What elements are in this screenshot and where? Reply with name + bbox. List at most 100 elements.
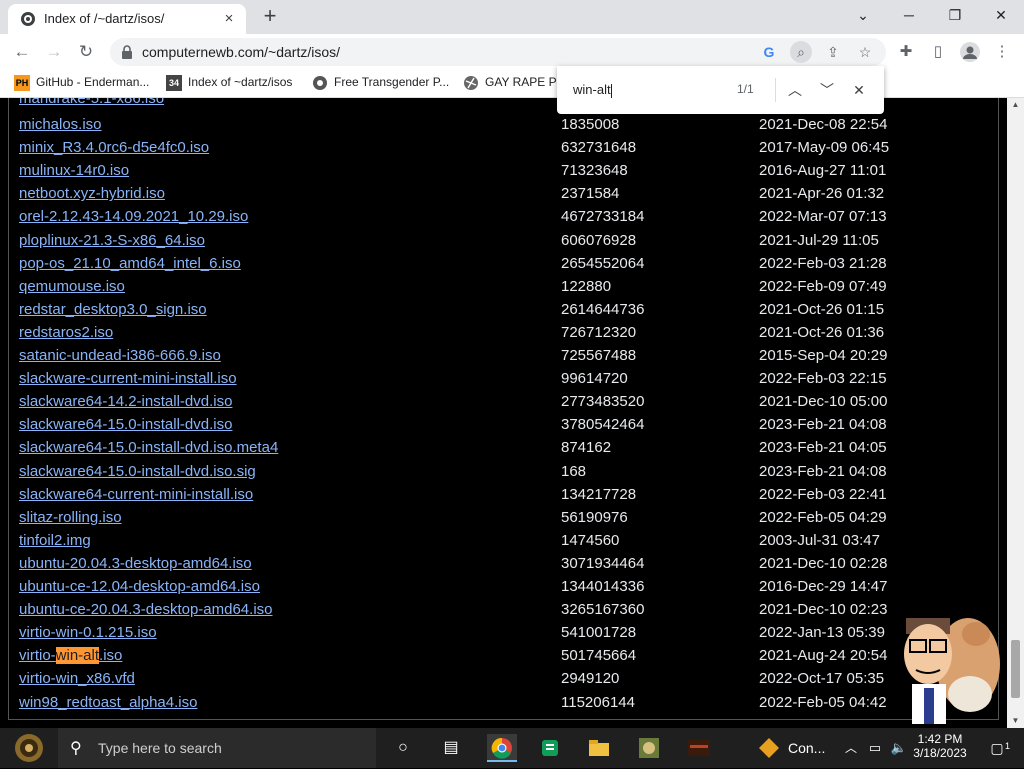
file-link[interactable]: netboot.xyz-hybrid.iso: [19, 185, 165, 202]
file-link[interactable]: mandrake-5.1-x86.iso: [19, 98, 164, 107]
file-link[interactable]: michalos.iso: [19, 116, 102, 133]
file-link[interactable]: slackware64-15.0-install-dvd.iso.meta4: [19, 439, 278, 456]
find-next-chevron-down-icon[interactable]: ﹀: [815, 78, 839, 102]
tab-search-button[interactable]: ⌄: [840, 0, 886, 30]
table-row: ploplinux-21.3-S-x86_64.iso 606076928 2021…: [0, 232, 1000, 255]
tab-close-icon[interactable]: ×: [220, 10, 238, 28]
file-link[interactable]: ploplinux-21.3-S-x86_64.iso: [19, 232, 205, 249]
scroll-thumb[interactable]: [1011, 640, 1020, 698]
grid-logo-icon: 34: [166, 75, 182, 91]
find-close-icon[interactable]: ✕: [847, 78, 871, 102]
google-icon[interactable]: G: [758, 41, 780, 63]
url-text[interactable]: computernewb.com/~dartz/isos/: [142, 44, 340, 60]
file-link[interactable]: virtio-win_x86.vfd: [19, 670, 135, 687]
file-size: 122880: [561, 277, 612, 295]
scroll-down-arrow-icon[interactable]: ▼: [1007, 714, 1024, 728]
file-explorer-icon[interactable]: [584, 734, 614, 762]
file-link[interactable]: slackware64-current-mini-install.iso: [19, 486, 253, 503]
profile-avatar-icon[interactable]: [957, 39, 983, 65]
taskbar-app-item[interactable]: Con...: [752, 734, 832, 762]
tab-active[interactable]: Index of /~dartz/isos/ ×: [8, 4, 246, 34]
start-button-icon[interactable]: [12, 732, 46, 764]
globe-icon: [463, 75, 479, 91]
file-date: 2022-Feb-03 22:15: [759, 370, 887, 388]
table-row: mulinux-14r0.iso 71323648 2016-Aug-27 11:0…: [0, 162, 1000, 185]
table-row: orel-2.12.43-14.09.2021_10.29.iso 4672733…: [0, 208, 1000, 231]
file-link[interactable]: satanic-undead-i386-666.9.iso: [19, 347, 221, 364]
restore-button[interactable]: ❐: [932, 0, 978, 30]
file-size: 1344014336: [561, 578, 645, 595]
new-tab-button[interactable]: +: [258, 5, 282, 28]
table-row: slackware64-15.0-install-dvd.iso.sig 168 2…: [0, 463, 1000, 486]
file-link[interactable]: qemumouse.iso: [19, 278, 125, 295]
menu-kebab-icon[interactable]: ⋮: [989, 39, 1015, 65]
file-size: 3265167360: [561, 601, 645, 619]
file-link[interactable]: redstar_desktop3.0_sign.iso: [19, 301, 207, 318]
file-link[interactable]: slackware-current-mini-install.iso: [19, 370, 237, 387]
chrome-icon[interactable]: [487, 734, 517, 762]
file-date: 2022-Oct-17 05:35: [759, 670, 885, 688]
bookmark-item[interactable]: GAY RAPE PO: [463, 75, 566, 91]
table-row: slackware-current-mini-install.iso 996147…: [0, 370, 1000, 393]
lock-icon[interactable]: [120, 44, 134, 60]
file-size: 71323648: [561, 162, 628, 180]
share-icon[interactable]: ⇪: [822, 41, 844, 63]
file-size: 56190976: [561, 508, 628, 526]
side-panel-icon[interactable]: ▯: [925, 39, 951, 65]
file-size: 2773483520: [561, 393, 645, 411]
file-link[interactable]: minix_R3.4.0rc6-d5e4fc0.iso: [19, 139, 209, 156]
table-row: slackware64-15.0-install-dvd.iso 37805424…: [0, 416, 1000, 439]
bookmark-item[interactable]: Free Transgender P...: [312, 75, 449, 91]
find-previous-chevron-up-icon[interactable]: ︿: [783, 78, 807, 102]
file-date: 2021-Oct-26 01:15: [759, 300, 885, 318]
game-app-icon[interactable]: [634, 734, 664, 762]
taskbar-search[interactable]: ⚲ Type here to search: [58, 728, 376, 768]
extensions-puzzle-icon[interactable]: ✚: [893, 39, 919, 65]
file-date: 2017-May-09 06:45: [759, 139, 890, 157]
file-link-prefix: virtio-: [19, 647, 56, 665]
file-link[interactable]: tinfoil2.img: [19, 532, 91, 549]
task-view-icon[interactable]: ▤: [436, 734, 466, 762]
file-link[interactable]: pop-os_21.10_amd64_intel_6.iso: [19, 255, 241, 272]
file-date: 2003-Jul-31 03:47: [759, 531, 880, 549]
file-date: 2023-Feb-21 04:08: [759, 462, 887, 480]
find-input[interactable]: win-alt: [573, 82, 612, 98]
file-link[interactable]: win98_redtoast_alpha4.iso: [19, 694, 197, 711]
file-link[interactable]: redstaros2.iso: [19, 324, 113, 341]
file-date: 2023-Feb-21 04:05: [759, 439, 887, 457]
forward-arrow-icon[interactable]: →: [40, 39, 68, 65]
scrollbar[interactable]: ▲ ▼: [1007, 98, 1024, 728]
scroll-up-arrow-icon[interactable]: ▲: [1007, 98, 1024, 112]
file-link[interactable]: slackware64-15.0-install-dvd.iso.sig: [19, 463, 256, 480]
address-bar[interactable]: computernewb.com/~dartz/isos/ G ⌕ ⇪ ☆: [110, 38, 886, 66]
file-link[interactable]: ubuntu-ce-12.04-desktop-amd64.iso: [19, 578, 260, 595]
clock-date: 3/18/2023: [913, 746, 967, 760]
find-in-page-icon[interactable]: ⌕: [790, 41, 812, 63]
file-link[interactable]: slitaz-rolling.iso: [19, 509, 122, 526]
file-link[interactable]: slackware64-14.2-install-dvd.iso: [19, 393, 232, 410]
reload-icon[interactable]: ↻: [72, 39, 100, 65]
file-date: 2022-Feb-03 22:41: [759, 485, 887, 503]
file-date: 2022-Jan-13 05:39: [759, 624, 885, 642]
bookmark-item[interactable]: 34 Index of ~dartz/isos: [166, 75, 292, 91]
notification-icon[interactable]: ▢ 1: [982, 734, 1012, 762]
file-link[interactable]: ubuntu-20.04.3-desktop-amd64.iso: [19, 555, 252, 572]
table-row: redstaros2.iso 726712320 2021-Oct-26 01:36: [0, 324, 1000, 347]
file-link[interactable]: virtio-win-0.1.215.iso: [19, 624, 157, 641]
close-window-button[interactable]: ✕: [978, 0, 1024, 30]
bookmark-item[interactable]: PH GitHub - Enderman...: [14, 75, 149, 91]
back-arrow-icon[interactable]: ←: [8, 39, 36, 65]
cortana-circle-icon[interactable]: ○: [388, 734, 418, 762]
file-link[interactable]: mulinux-14r0.iso: [19, 162, 129, 179]
file-link[interactable]: orel-2.12.43-14.09.2021_10.29.iso: [19, 208, 248, 225]
table-row: ubuntu-ce-12.04-desktop-amd64.iso 1344014…: [0, 578, 1000, 601]
file-link[interactable]: ubuntu-ce-20.04.3-desktop-amd64.iso: [19, 601, 273, 618]
file-link[interactable]: slackware64-15.0-install-dvd.iso: [19, 416, 232, 433]
media-app-icon[interactable]: [684, 734, 714, 762]
sheets-app-icon[interactable]: [535, 734, 565, 762]
minimize-button[interactable]: ─: [886, 0, 932, 30]
tray-clock[interactable]: 1:42 PM 3/18/2023: [908, 732, 972, 760]
file-link[interactable]: virtio-win-alt.iso: [19, 647, 122, 665]
table-row: pop-os_21.10_amd64_intel_6.iso 2654552064…: [0, 255, 1000, 278]
bookmark-star-icon[interactable]: ☆: [854, 41, 876, 63]
